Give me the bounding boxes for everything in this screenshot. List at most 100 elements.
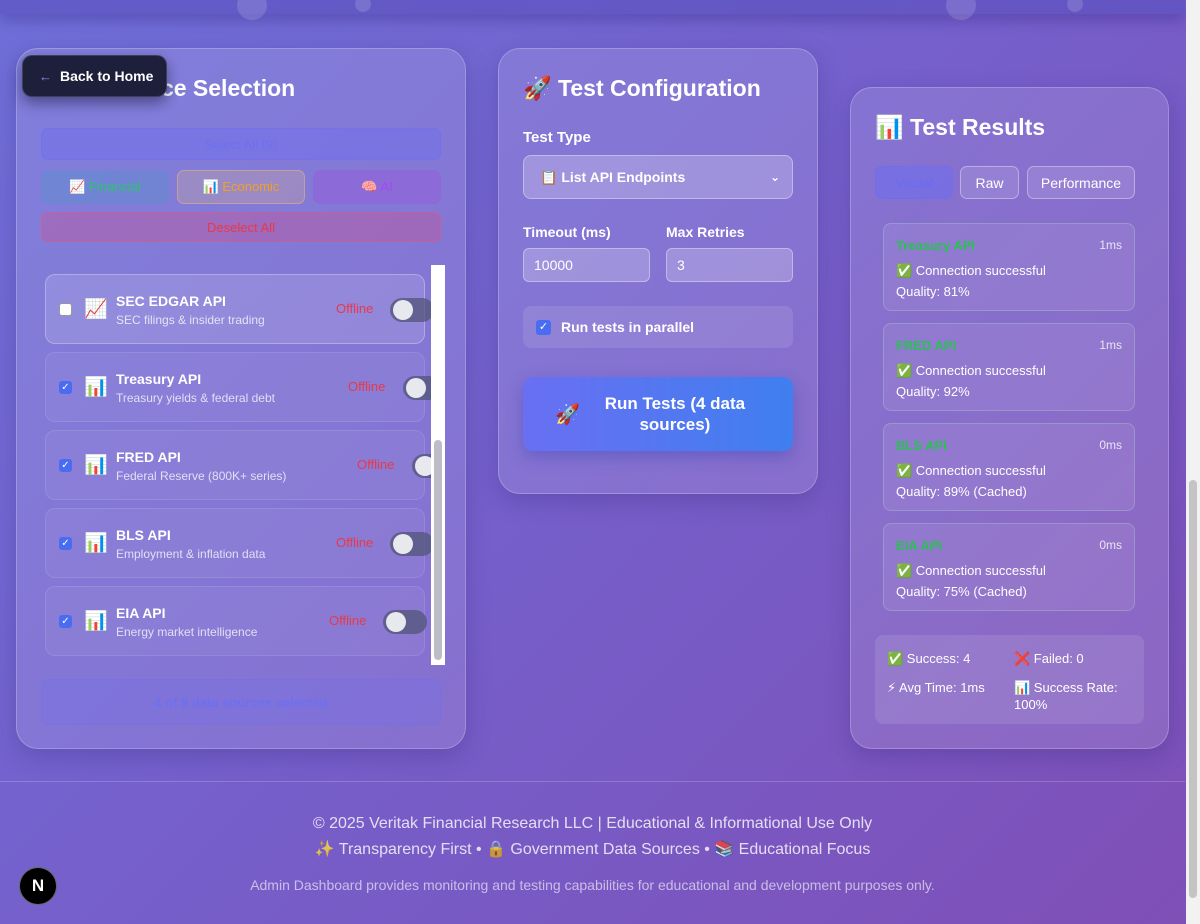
select-all-button[interactable]: Select All (9) [41, 128, 441, 160]
source-checkbox[interactable]: ✓ [59, 381, 72, 394]
result-time: 0ms [1099, 438, 1122, 452]
rocket-icon: 🚀 [555, 403, 580, 426]
source-description: Energy market intelligence [116, 625, 258, 639]
filter-financial-button[interactable]: 📈 Financial [41, 170, 169, 204]
results-summary: ✅ Success: 4 ❌ Failed: 0 ⚡ Avg Time: 1ms… [875, 635, 1144, 724]
result-message: ✅ Connection successful [896, 463, 1046, 478]
result-quality: Quality: 81% [896, 284, 970, 299]
test-type-select[interactable]: 📋 List API Endpoints ⌄ [523, 155, 793, 199]
source-name: FRED API [116, 449, 181, 465]
parallel-checkbox[interactable]: ✓ [536, 319, 551, 335]
source-item-fred[interactable]: ✓ 📊 FRED API Federal Reserve (800K+ seri… [45, 430, 445, 500]
source-status: Offline [336, 535, 374, 550]
timeout-input[interactable]: 10000 [523, 248, 650, 282]
back-to-home-button[interactable]: ← Back to Home [22, 55, 167, 97]
scrollbar-thumb[interactable] [434, 440, 442, 660]
run-tests-label: Run Tests (4 data sources) [604, 394, 746, 434]
result-name: Treasury API [896, 238, 976, 253]
result-card: BLS API 0ms ✅ Connection successful Qual… [883, 423, 1135, 511]
result-time: 1ms [1099, 238, 1122, 252]
source-name: Treasury API [116, 371, 202, 387]
result-card: EIA API 0ms ✅ Connection successful Qual… [883, 523, 1135, 611]
source-status: Offline [336, 301, 374, 316]
tab-performance[interactable]: Performance [1027, 166, 1135, 199]
source-toggle[interactable] [390, 532, 434, 556]
top-header-edge [0, 0, 1185, 14]
footer-note: Admin Dashboard provides monitoring and … [250, 877, 935, 893]
source-item-eia[interactable]: ✓ 📊 EIA API Energy market intelligence O… [45, 586, 427, 656]
footer-divider [0, 781, 1185, 782]
source-checkbox[interactable]: ✓ [59, 615, 72, 628]
source-checkbox[interactable]: ✓ [59, 459, 72, 472]
source-icon: 📊 [84, 455, 108, 476]
source-selection-title: rce Selection [152, 75, 296, 101]
timeout-label: Timeout (ms) [523, 224, 611, 240]
nextjs-badge[interactable]: N [19, 867, 57, 905]
result-card: Treasury API 1ms ✅ Connection successful… [883, 223, 1135, 311]
source-description: Federal Reserve (800K+ series) [116, 469, 287, 483]
source-checkbox[interactable] [59, 303, 72, 316]
result-name: EIA API [896, 538, 942, 553]
result-name: BLS API [896, 438, 947, 453]
result-time: 0ms [1099, 538, 1122, 552]
source-toggle[interactable] [390, 298, 434, 322]
source-icon: 📈 [84, 299, 108, 320]
result-name: FRED API [896, 338, 957, 353]
source-icon: 📊 [84, 377, 108, 398]
result-message: ✅ Connection successful [896, 363, 1046, 378]
test-configuration-title: 🚀 Test Configuration [523, 75, 761, 101]
source-status: Offline [348, 379, 386, 394]
test-results-title: 📊 Test Results [875, 114, 1046, 140]
deselect-all-button[interactable]: Deselect All [41, 212, 441, 242]
filter-economic-button[interactable]: 📊 Economic [177, 170, 305, 204]
summary-failed: ❌ Failed: 0 [1014, 651, 1084, 666]
arrow-left-icon: ← [39, 68, 52, 84]
source-name: BLS API [116, 527, 171, 543]
source-list[interactable]: 📈 SEC EDGAR API SEC filings & insider tr… [40, 265, 445, 665]
selected-count: 4 of 9 data sources selected [41, 679, 441, 725]
parallel-label: Run tests in parallel [561, 319, 695, 335]
toggle-knob [393, 300, 413, 320]
tab-raw[interactable]: Raw [960, 166, 1019, 199]
page-scrollbar[interactable] [1186, 0, 1200, 924]
source-status: Offline [329, 613, 367, 628]
filter-ai-button[interactable]: 🧠 AI [313, 170, 441, 204]
source-icon: 📊 [84, 611, 108, 632]
result-message: ✅ Connection successful [896, 563, 1046, 578]
source-description: Treasury yields & federal debt [116, 391, 275, 405]
page-scrollbar-thumb[interactable] [1189, 480, 1197, 898]
test-type-value: 📋 List API Endpoints [540, 168, 686, 185]
source-item-treasury[interactable]: ✓ 📊 Treasury API Treasury yields & feder… [45, 352, 445, 422]
source-item-bls[interactable]: ✓ 📊 BLS API Employment & inflation data … [45, 508, 434, 578]
summary-success-rate: 📊 Success Rate: 100% [1014, 680, 1118, 712]
source-list-scrollbar[interactable] [431, 265, 445, 665]
source-checkbox[interactable]: ✓ [59, 537, 72, 550]
run-tests-button[interactable]: 🚀 Run Tests (4 data sources) [523, 377, 793, 451]
source-description: Employment & inflation data [116, 547, 266, 561]
source-item-sec-edgar[interactable]: 📈 SEC EDGAR API SEC filings & insider tr… [45, 274, 434, 344]
parallel-option[interactable]: ✓ Run tests in parallel [523, 306, 793, 348]
summary-avg-time: ⚡ Avg Time: 1ms [887, 680, 985, 695]
result-quality: Quality: 89% (Cached) [896, 484, 1027, 499]
back-to-home-label: Back to Home [60, 68, 154, 84]
test-type-label: Test Type [523, 129, 591, 146]
footer-tagline: ✨ Transparency First • 🔒 Government Data… [314, 841, 871, 858]
source-toggle[interactable] [383, 610, 427, 634]
max-retries-label: Max Retries [666, 224, 745, 240]
result-quality: Quality: 92% [896, 384, 970, 399]
toggle-knob [386, 612, 406, 632]
max-retries-input[interactable]: 3 [666, 248, 793, 282]
source-icon: 📊 [84, 533, 108, 554]
result-quality: Quality: 75% (Cached) [896, 584, 1027, 599]
source-name: SEC EDGAR API [116, 293, 226, 309]
result-card: FRED API 1ms ✅ Connection successful Qua… [883, 323, 1135, 411]
toggle-knob [393, 534, 413, 554]
result-time: 1ms [1099, 338, 1122, 352]
decor-bubble [237, 0, 267, 20]
tab-visual[interactable]: Visual [875, 166, 953, 199]
footer-copyright: © 2025 Veritak Financial Research LLC | … [312, 815, 873, 832]
toggle-knob [406, 378, 426, 398]
decor-bubble [946, 0, 976, 20]
chevron-down-icon: ⌄ [769, 170, 780, 184]
source-name: EIA API [116, 605, 166, 621]
